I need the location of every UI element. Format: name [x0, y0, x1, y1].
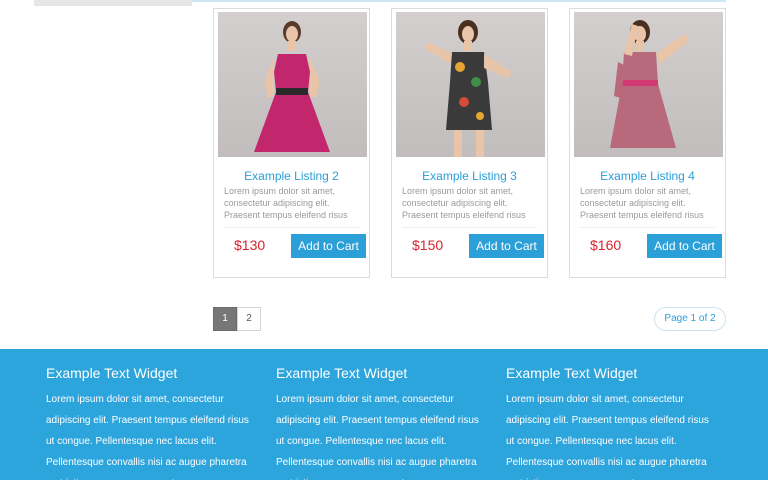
listing-price: $150 [412, 237, 444, 253]
listing-card[interactable]: Example Listing 3 Lorem ipsum dolor sit … [391, 8, 548, 278]
listing-card[interactable]: Example Listing 4 Lorem ipsum dolor sit … [569, 8, 726, 278]
content-top-border [192, 0, 726, 2]
product-photo[interactable] [574, 12, 723, 157]
listing-price: $130 [234, 237, 266, 253]
card-divider [580, 227, 715, 228]
widget-title: Example Text Widget [46, 365, 178, 381]
widget-text: Lorem ipsum dolor sit amet, consectetur … [46, 394, 249, 480]
card-divider [402, 227, 537, 228]
footer-widget-area: Example Text Widget Lorem ipsum dolor si… [0, 349, 768, 480]
page-button-1[interactable]: 1 [213, 307, 237, 331]
widget-text: Lorem ipsum dolor sit amet, consectetur … [276, 394, 479, 480]
listing-description: Lorem ipsum dolor sit amet, consectetur … [580, 186, 704, 220]
listing-description: Lorem ipsum dolor sit amet, consectetur … [402, 186, 526, 220]
text-widget: Example Text Widget Lorem ipsum dolor si… [46, 365, 256, 480]
pagination: 1 2 [213, 307, 261, 331]
listing-price: $160 [590, 237, 622, 253]
listing-title[interactable]: Example Listing 2 [214, 169, 369, 183]
page-button-2[interactable]: 2 [237, 307, 261, 331]
listing-title[interactable]: Example Listing 4 [570, 169, 725, 183]
card-divider [224, 227, 359, 228]
page-count-badge: Page 1 of 2 [654, 307, 726, 331]
add-to-cart-button[interactable]: Add to Cart [469, 234, 544, 258]
listing-description: Lorem ipsum dolor sit amet, consectetur … [224, 186, 348, 220]
listing-title[interactable]: Example Listing 3 [392, 169, 547, 183]
listing-card[interactable]: Example Listing 2 Lorem ipsum dolor sit … [213, 8, 370, 278]
widget-text: Lorem ipsum dolor sit amet, consectetur … [506, 394, 709, 480]
widget-title: Example Text Widget [276, 365, 408, 381]
product-photo[interactable] [396, 12, 545, 157]
sidebar-tab-strip [34, 0, 192, 6]
product-photo[interactable] [218, 12, 367, 157]
add-to-cart-button[interactable]: Add to Cart [291, 234, 366, 258]
text-widget: Example Text Widget Lorem ipsum dolor si… [276, 365, 486, 480]
add-to-cart-button[interactable]: Add to Cart [647, 234, 722, 258]
text-widget: Example Text Widget Lorem ipsum dolor si… [506, 365, 716, 480]
widget-title: Example Text Widget [506, 365, 638, 381]
